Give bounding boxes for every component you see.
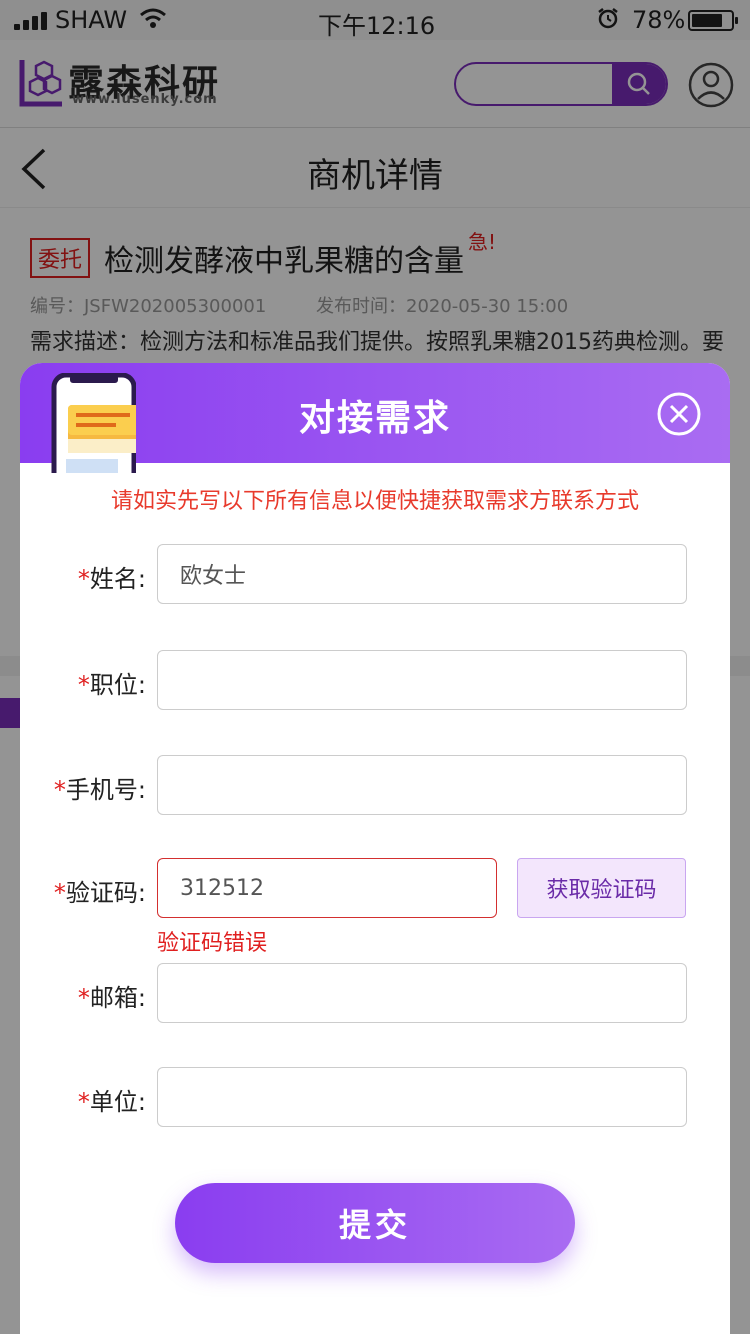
name-value: 欧女士 [180, 564, 247, 589]
email-label: *邮箱: [20, 978, 146, 1013]
required-mark: * [77, 1088, 90, 1116]
required-mark: * [53, 776, 66, 804]
position-input[interactable] [157, 650, 687, 710]
name-input[interactable]: 欧女士 [157, 544, 687, 604]
phone-input[interactable] [157, 755, 687, 815]
email-label-text: 邮箱: [89, 984, 146, 1012]
phone-label: *手机号: [20, 770, 146, 805]
modal-header: 对接需求 [20, 363, 730, 473]
get-code-button[interactable]: 获取验证码 [517, 858, 686, 918]
company-input[interactable] [157, 1067, 687, 1127]
email-input[interactable] [157, 963, 687, 1023]
modal-title: 对接需求 [298, 398, 451, 439]
code-label-text: 验证码: [65, 879, 146, 907]
form-notice: 请如实先写以下所有信息以便快捷获取需求方联系方式 [110, 489, 639, 514]
code-value: 312512 [180, 875, 264, 901]
code-input[interactable]: 312512 [157, 858, 497, 918]
required-mark: * [53, 879, 66, 907]
name-label: *姓名: [20, 559, 146, 594]
position-label-text: 职位: [89, 671, 146, 699]
name-label-text: 姓名: [89, 565, 146, 593]
code-error-message: 验证码错误 [157, 931, 268, 956]
position-label: *职位: [20, 665, 146, 700]
contact-modal: 对接需求 请如实先写以下所有信息以便快捷获取需求方联系方式 *姓名: 欧女士 *… [20, 363, 730, 1334]
phone-label-text: 手机号: [65, 776, 146, 804]
required-mark: * [77, 671, 90, 699]
company-label: *单位: [20, 1082, 146, 1117]
required-mark: * [77, 984, 90, 1012]
code-label: *验证码: [20, 873, 146, 908]
close-icon[interactable] [656, 391, 702, 437]
required-mark: * [77, 565, 90, 593]
submit-button[interactable]: 提交 [175, 1183, 575, 1263]
company-label-text: 单位: [89, 1088, 146, 1116]
